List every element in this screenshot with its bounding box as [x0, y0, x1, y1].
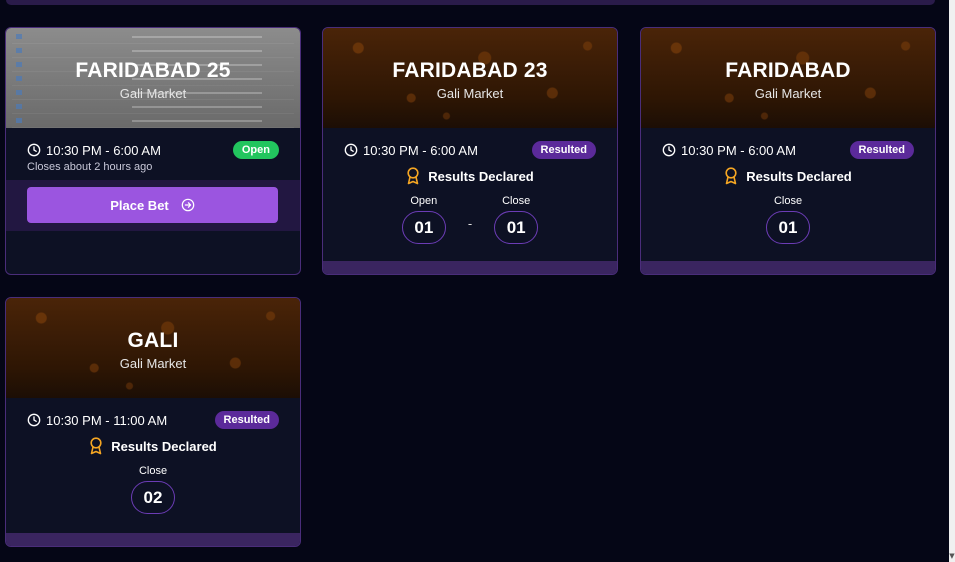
status-badge: Resulted	[849, 141, 914, 159]
result-value: 01	[401, 211, 446, 244]
result-value: 02	[131, 481, 175, 514]
place-bet-button[interactable]: Place Bet	[27, 187, 278, 223]
closes-note: Closes about 2 hours ago	[27, 161, 153, 173]
top-strip	[6, 0, 935, 5]
status-badge: Resulted	[531, 141, 596, 159]
market-title: GALI	[127, 329, 179, 352]
medal-icon	[725, 167, 737, 185]
clock-icon	[344, 143, 358, 157]
card-header: FARIDABAD 23 Gali Market	[323, 28, 617, 128]
card-header: GALI Gali Market	[6, 298, 300, 398]
result-label: Close	[773, 195, 803, 207]
market-subtitle: Gali Market	[119, 356, 187, 371]
medal-icon	[90, 437, 102, 455]
market-time: 10:30 PM - 6:00 AM	[363, 142, 478, 158]
status-badge: Open	[232, 141, 279, 159]
result-label: Close	[502, 195, 531, 207]
results-declared-label: Results Declared	[746, 168, 852, 184]
market-subtitle: Gali Market	[754, 86, 822, 101]
results-declared-label: Results Declared	[111, 438, 217, 454]
time-row: 10:30 PM - 6:00 AM Open	[6, 139, 300, 161]
market-card-faridabad-23: FARIDABAD 23 Gali Market 10:30 PM - 6:00…	[322, 27, 618, 275]
results-declared: Results Declared	[6, 437, 300, 455]
market-subtitle: Gali Market	[119, 86, 187, 101]
result-close: Close 01	[494, 195, 539, 244]
results-declared: Results Declared	[641, 167, 935, 185]
results-row: Close 01	[641, 195, 935, 244]
result-separator: -	[467, 216, 473, 231]
result-open: Open 01	[401, 195, 446, 244]
medal-icon	[407, 167, 419, 185]
market-time: 10:30 PM - 6:00 AM	[46, 142, 161, 158]
time-row: 10:30 PM - 6:00 AM Resulted	[323, 139, 617, 161]
results-row: Close 02	[6, 465, 300, 514]
bet-area: Place Bet	[6, 180, 300, 231]
market-subtitle: Gali Market	[436, 86, 504, 101]
clock-icon	[27, 143, 41, 157]
scrollbar[interactable]: ▼	[949, 0, 955, 562]
scroll-down-icon[interactable]: ▼	[949, 552, 955, 560]
result-label: Open	[410, 195, 438, 207]
time-row: 10:30 PM - 6:00 AM Resulted	[641, 139, 935, 161]
market-title: FARIDABAD	[725, 59, 851, 82]
market-time: 10:30 PM - 11:00 AM	[46, 412, 168, 428]
market-card-faridabad-25: FARIDABAD 25 Gali Market 10:30 PM - 6:00…	[5, 27, 301, 275]
card-footer	[6, 533, 300, 546]
card-footer	[323, 261, 617, 274]
card-header: FARIDABAD 25 Gali Market	[6, 28, 300, 128]
results-row: Open 01 - Close 01	[323, 195, 617, 244]
arrow-right-circle-icon	[181, 198, 195, 212]
result-value: 01	[494, 211, 539, 244]
clock-icon	[662, 143, 676, 157]
time-row: 10:30 PM - 11:00 AM Resulted	[6, 409, 300, 431]
card-footer	[641, 261, 935, 274]
market-card-gali: GALI Gali Market 10:30 PM - 11:00 AM Res…	[5, 297, 301, 547]
market-time: 10:30 PM - 6:00 AM	[681, 142, 796, 158]
result-value: 01	[766, 211, 810, 244]
status-badge: Resulted	[214, 411, 279, 429]
place-bet-label: Place Bet	[110, 197, 169, 213]
result-label: Close	[138, 465, 168, 477]
market-title: FARIDABAD 25	[75, 59, 231, 82]
clock-icon	[27, 413, 41, 427]
result-close: Close 02	[131, 465, 175, 514]
results-declared: Results Declared	[323, 167, 617, 185]
card-header: FARIDABAD Gali Market	[641, 28, 935, 128]
result-close: Close 01	[766, 195, 810, 244]
market-card-faridabad: FARIDABAD Gali Market 10:30 PM - 6:00 AM…	[640, 27, 936, 275]
results-declared-label: Results Declared	[428, 168, 534, 184]
market-title: FARIDABAD 23	[392, 59, 548, 82]
